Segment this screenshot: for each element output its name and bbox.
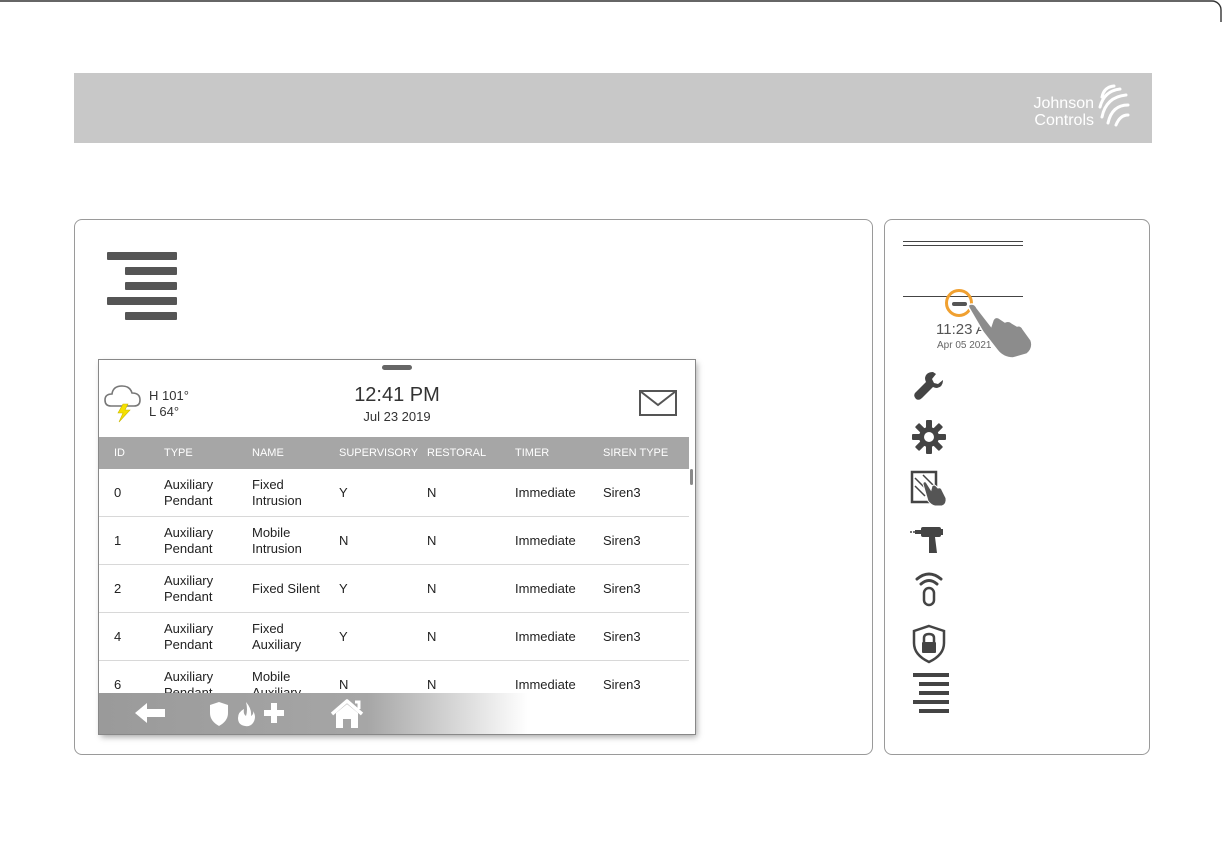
cell-type-line: Pendant — [164, 540, 213, 556]
col-id[interactable]: ID — [99, 447, 164, 459]
cell-timer: Immediate — [515, 484, 576, 500]
cell-restoral: N — [427, 676, 437, 692]
cell-siren: Siren3 — [603, 484, 641, 500]
col-name[interactable]: NAME — [252, 447, 339, 459]
menu-icon — [913, 673, 949, 713]
cell-supervisory: N — [339, 676, 349, 692]
header-band: Johnson Controls — [74, 73, 1152, 143]
cell-timer: Immediate — [515, 580, 576, 596]
table-row[interactable]: 2 Auxiliary Pendant Fixed Silent Y N Imme… — [99, 565, 689, 613]
pull-down-tab[interactable] — [382, 365, 412, 370]
cell-id: 4 — [114, 628, 122, 644]
screen-date: Jul 23 2019 — [363, 409, 431, 424]
cell-siren: Siren3 — [603, 532, 641, 548]
cell-siren: Siren3 — [603, 676, 641, 692]
cell-name-line: Intrusion — [252, 492, 302, 508]
cell-type-line: Auxiliary — [164, 476, 214, 492]
brand-logo: Johnson Controls — [1014, 83, 1134, 135]
cell-name-line: Auxiliary — [252, 636, 302, 652]
back-arrow-icon[interactable] — [133, 701, 167, 725]
shield-icon[interactable] — [209, 701, 229, 727]
gear-icon — [912, 420, 946, 454]
cell-name: Fixed Intrusion — [252, 477, 339, 509]
cell-id: 0 — [114, 484, 122, 500]
cell-siren: Siren3 — [603, 580, 641, 596]
cell-type-line: Pendant — [164, 492, 213, 508]
side-panel: 11:23 AM Apr 05 2021 — [884, 219, 1150, 755]
wireless-device-icon — [915, 572, 943, 607]
cell-type: Auxiliary Pendant — [164, 573, 252, 605]
col-supervisory[interactable]: SUPERVISORY — [339, 447, 427, 459]
table-scrollbar[interactable] — [690, 469, 693, 485]
brand-line-1: Johnson — [1033, 95, 1095, 112]
cell-id: 1 — [114, 532, 122, 548]
device-screen: H 101° L 64° 12:41 PM Jul 23 2019 ID TYP… — [99, 360, 695, 734]
cell-name: Fixed Silent — [252, 581, 339, 597]
wrench-icon — [914, 372, 943, 400]
cell-name-line: Fixed — [252, 476, 284, 492]
cell-supervisory: Y — [339, 628, 348, 644]
panel-touch-icon — [910, 470, 947, 507]
johnson-controls-logo-icon — [1098, 84, 1130, 127]
cell-siren: Siren3 — [603, 628, 641, 644]
table-header: ID TYPE NAME SUPERVISORY RESTORAL TIMER … — [99, 437, 689, 469]
cell-type: Auxiliary Pendant — [164, 477, 252, 509]
cell-supervisory: Y — [339, 580, 348, 596]
side-divider — [903, 241, 1023, 242]
cell-restoral: N — [427, 580, 437, 596]
fire-icon[interactable] — [236, 701, 256, 727]
medical-cross-icon[interactable] — [263, 702, 285, 724]
col-timer[interactable]: TIMER — [515, 447, 603, 459]
col-siren-type[interactable]: SIREN TYPE — [603, 447, 689, 459]
col-restoral[interactable]: RESTORAL — [427, 447, 515, 459]
cell-restoral: N — [427, 628, 437, 644]
cell-timer: Immediate — [515, 676, 576, 692]
cell-name: Fixed Auxiliary — [252, 621, 339, 653]
cell-type-line: Auxiliary — [164, 668, 214, 684]
cell-type: Auxiliary Pendant — [164, 621, 252, 653]
cell-type-line: Auxiliary — [164, 620, 214, 636]
bottom-nav-bar — [99, 693, 695, 734]
cell-type-line: Auxiliary — [164, 524, 214, 540]
home-icon[interactable] — [329, 698, 365, 730]
cell-id: 2 — [114, 580, 122, 596]
mail-icon[interactable] — [639, 390, 677, 416]
cell-name-line: Fixed — [252, 620, 284, 636]
main-panel: H 101° L 64° 12:41 PM Jul 23 2019 ID TYP… — [74, 219, 873, 755]
menu-icon — [105, 250, 177, 324]
cell-type-line: Auxiliary — [164, 572, 214, 588]
table-row[interactable]: 1 Auxiliary Pendant Mobile Intrusion N N I… — [99, 517, 689, 565]
table-row[interactable]: 4 Auxiliary Pendant Fixed Auxiliary Y N Im… — [99, 613, 689, 661]
zones-table: ID TYPE NAME SUPERVISORY RESTORAL TIMER … — [99, 437, 689, 709]
col-type[interactable]: TYPE — [164, 447, 252, 459]
cell-timer: Immediate — [515, 628, 576, 644]
cell-id: 6 — [114, 676, 122, 692]
lock-shield-icon — [912, 624, 946, 664]
cell-name: Mobile Intrusion — [252, 525, 339, 557]
cell-name-line: Mobile — [252, 524, 291, 540]
screen-time: 12:41 PM — [354, 384, 440, 406]
top-page-rule — [0, 0, 1224, 24]
cell-name-line: Intrusion — [252, 540, 302, 556]
cell-timer: Immediate — [515, 532, 576, 548]
cell-name-line: Fixed Silent — [252, 580, 320, 596]
touch-hand-icon — [967, 303, 1033, 358]
cell-supervisory: N — [339, 532, 349, 548]
cell-supervisory: Y — [339, 484, 348, 500]
cell-restoral: N — [427, 532, 437, 548]
drill-icon — [910, 527, 943, 553]
cell-type: Auxiliary Pendant — [164, 525, 252, 557]
cell-restoral: N — [427, 484, 437, 500]
brand-line-2: Controls — [1034, 112, 1094, 129]
cell-type-line: Pendant — [164, 588, 213, 604]
side-divider — [903, 245, 1023, 246]
cell-type-line: Pendant — [164, 636, 213, 652]
cell-name-line: Mobile — [252, 668, 291, 684]
table-row[interactable]: 0 Auxiliary Pendant Fixed Intrusion Y N Im… — [99, 469, 689, 517]
